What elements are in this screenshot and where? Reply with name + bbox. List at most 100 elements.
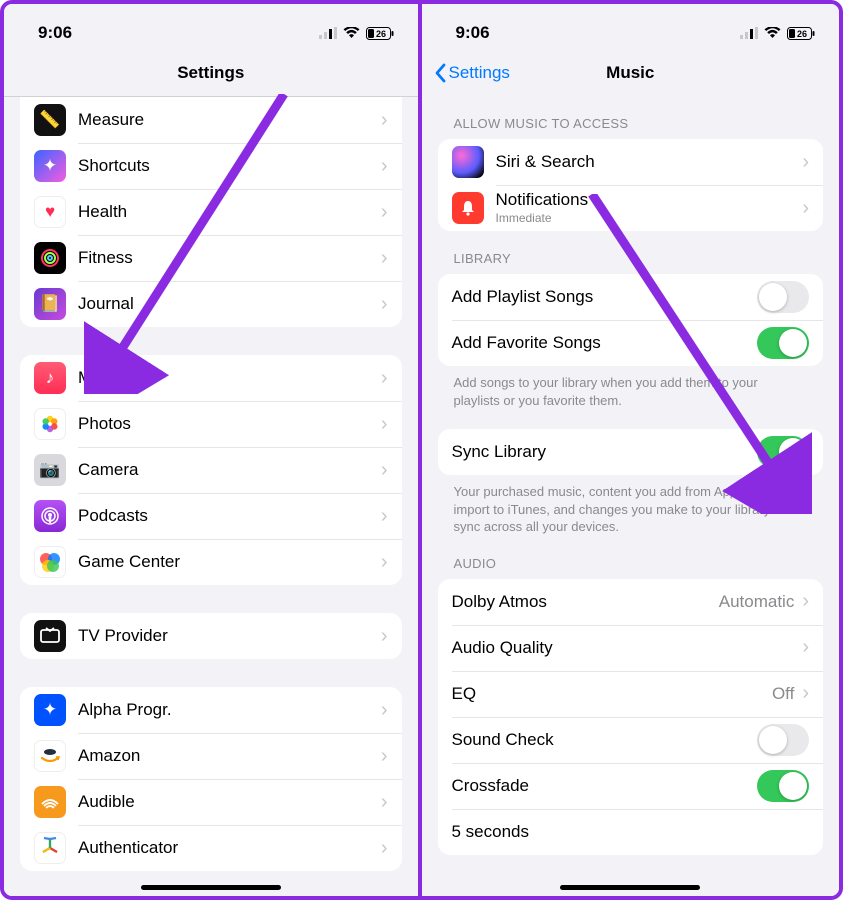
shortcuts-icon: ✦ <box>34 150 66 182</box>
row-eq[interactable]: EQ Off › <box>438 671 824 717</box>
settings-group-apps: ✦ Alpha Progr. › Amazon › Audible › Auth… <box>20 687 402 871</box>
music-icon: ♪ <box>34 362 66 394</box>
row-tv-provider[interactable]: TV Provider › <box>20 613 402 659</box>
chevron-icon: › <box>381 459 388 482</box>
measure-icon: 📏 <box>34 104 66 136</box>
amazon-icon <box>34 740 66 772</box>
row-label: Add Playlist Songs <box>452 287 758 307</box>
row-label: Amazon <box>78 746 379 766</box>
chevron-icon: › <box>802 590 809 613</box>
svg-text:26: 26 <box>797 29 807 39</box>
page-title: Settings <box>177 63 244 83</box>
alpha-icon: ✦ <box>34 694 66 726</box>
row-label: Shortcuts <box>78 156 379 176</box>
toggle-add-playlist[interactable] <box>757 281 809 313</box>
row-alpha-progr[interactable]: ✦ Alpha Progr. › <box>20 687 402 733</box>
row-music[interactable]: ♪ Music › <box>20 355 402 401</box>
siri-icon <box>452 146 484 178</box>
chevron-icon: › <box>381 155 388 178</box>
row-label: Dolby Atmos <box>452 592 719 612</box>
row-label: Photos <box>78 414 379 434</box>
chevron-icon: › <box>802 197 809 220</box>
row-shortcuts[interactable]: ✦ Shortcuts › <box>20 143 402 189</box>
home-indicator <box>560 885 700 890</box>
row-label: Podcasts <box>78 506 379 526</box>
row-label: Game Center <box>78 552 379 572</box>
row-photos[interactable]: Photos › <box>20 401 402 447</box>
row-health[interactable]: ♥ Health › <box>20 189 402 235</box>
row-game-center[interactable]: Game Center › <box>20 539 402 585</box>
row-label: Audible <box>78 792 379 812</box>
row-sublabel: Immediate <box>496 211 801 225</box>
status-icons: 26 <box>319 27 394 40</box>
row-label: TV Provider <box>78 626 379 646</box>
toggle-add-favorite[interactable] <box>757 327 809 359</box>
chevron-left-icon <box>434 63 446 83</box>
toggle-sound-check[interactable] <box>757 724 809 756</box>
row-audible[interactable]: Audible › <box>20 779 402 825</box>
gamecenter-icon <box>34 546 66 578</box>
row-journal[interactable]: 📔 Journal › <box>20 281 402 327</box>
row-podcasts[interactable]: Podcasts › <box>20 493 402 539</box>
home-indicator <box>141 885 281 890</box>
section-header-library: LIBRARY <box>422 231 840 274</box>
settings-group-tv: TV Provider › <box>20 613 402 659</box>
chevron-icon: › <box>802 682 809 705</box>
group-sync: Sync Library <box>438 429 824 475</box>
row-add-favorite-songs[interactable]: Add Favorite Songs <box>438 320 824 366</box>
row-sound-check[interactable]: Sound Check <box>438 717 824 763</box>
page-title: Music <box>606 63 654 83</box>
row-audio-quality[interactable]: Audio Quality › <box>438 625 824 671</box>
podcasts-icon <box>34 500 66 532</box>
row-add-playlist-songs[interactable]: Add Playlist Songs <box>438 274 824 320</box>
row-label: Journal <box>78 294 379 314</box>
row-label: Music <box>78 368 379 388</box>
music-settings-screen: 9:06 26 Settings Music ALLOW MUSIC TO AC… <box>422 4 840 896</box>
status-bar: 9:06 26 <box>422 4 840 50</box>
row-crossfade[interactable]: Crossfade <box>438 763 824 809</box>
row-label: Health <box>78 202 379 222</box>
status-time: 9:06 <box>456 23 490 43</box>
chevron-icon: › <box>381 837 388 860</box>
row-fitness[interactable]: Fitness › <box>20 235 402 281</box>
toggle-sync-library[interactable] <box>757 436 809 468</box>
group-access: Siri & Search › Notifications Immediate … <box>438 139 824 231</box>
sync-footer: Your purchased music, content you add fr… <box>422 475 840 536</box>
row-crossfade-duration[interactable]: 5 seconds <box>438 809 824 855</box>
svg-text:26: 26 <box>375 29 385 39</box>
row-notifications[interactable]: Notifications Immediate › <box>438 185 824 231</box>
row-label: Siri & Search <box>496 152 801 172</box>
row-authenticator[interactable]: Authenticator › <box>20 825 402 871</box>
row-label: Crossfade <box>452 776 758 796</box>
row-amazon[interactable]: Amazon › <box>20 733 402 779</box>
status-bar: 9:06 26 <box>4 4 418 50</box>
row-siri-search[interactable]: Siri & Search › <box>438 139 824 185</box>
back-button[interactable]: Settings <box>434 63 510 83</box>
row-dolby-atmos[interactable]: Dolby Atmos Automatic › <box>438 579 824 625</box>
chevron-icon: › <box>381 109 388 132</box>
settings-screen: 9:06 26 Settings 📏 Measure › ✦ Shortcuts… <box>4 4 422 896</box>
row-label: Sound Check <box>452 730 758 750</box>
chevron-icon: › <box>381 247 388 270</box>
row-sync-library[interactable]: Sync Library <box>438 429 824 475</box>
wifi-icon <box>343 27 360 39</box>
row-measure[interactable]: 📏 Measure › <box>20 97 402 143</box>
row-label: EQ <box>452 684 772 704</box>
library-footer: Add songs to your library when you add t… <box>422 366 840 409</box>
status-icons: 26 <box>740 27 815 40</box>
section-header-access: ALLOW MUSIC TO ACCESS <box>422 96 840 139</box>
chevron-icon: › <box>381 745 388 768</box>
chevron-icon: › <box>381 201 388 224</box>
chevron-icon: › <box>381 699 388 722</box>
audible-icon <box>34 786 66 818</box>
row-label: Audio Quality <box>452 638 801 658</box>
battery-icon: 26 <box>366 27 394 40</box>
row-camera[interactable]: 📷 Camera › <box>20 447 402 493</box>
settings-group-media: ♪ Music › Photos › 📷 Camera › Podcasts › <box>20 355 402 585</box>
row-label: Sync Library <box>452 442 758 462</box>
chevron-icon: › <box>381 551 388 574</box>
group-library: Add Playlist Songs Add Favorite Songs <box>438 274 824 366</box>
row-detail: Off <box>772 684 794 704</box>
toggle-crossfade[interactable] <box>757 770 809 802</box>
section-header-audio: AUDIO <box>422 536 840 579</box>
